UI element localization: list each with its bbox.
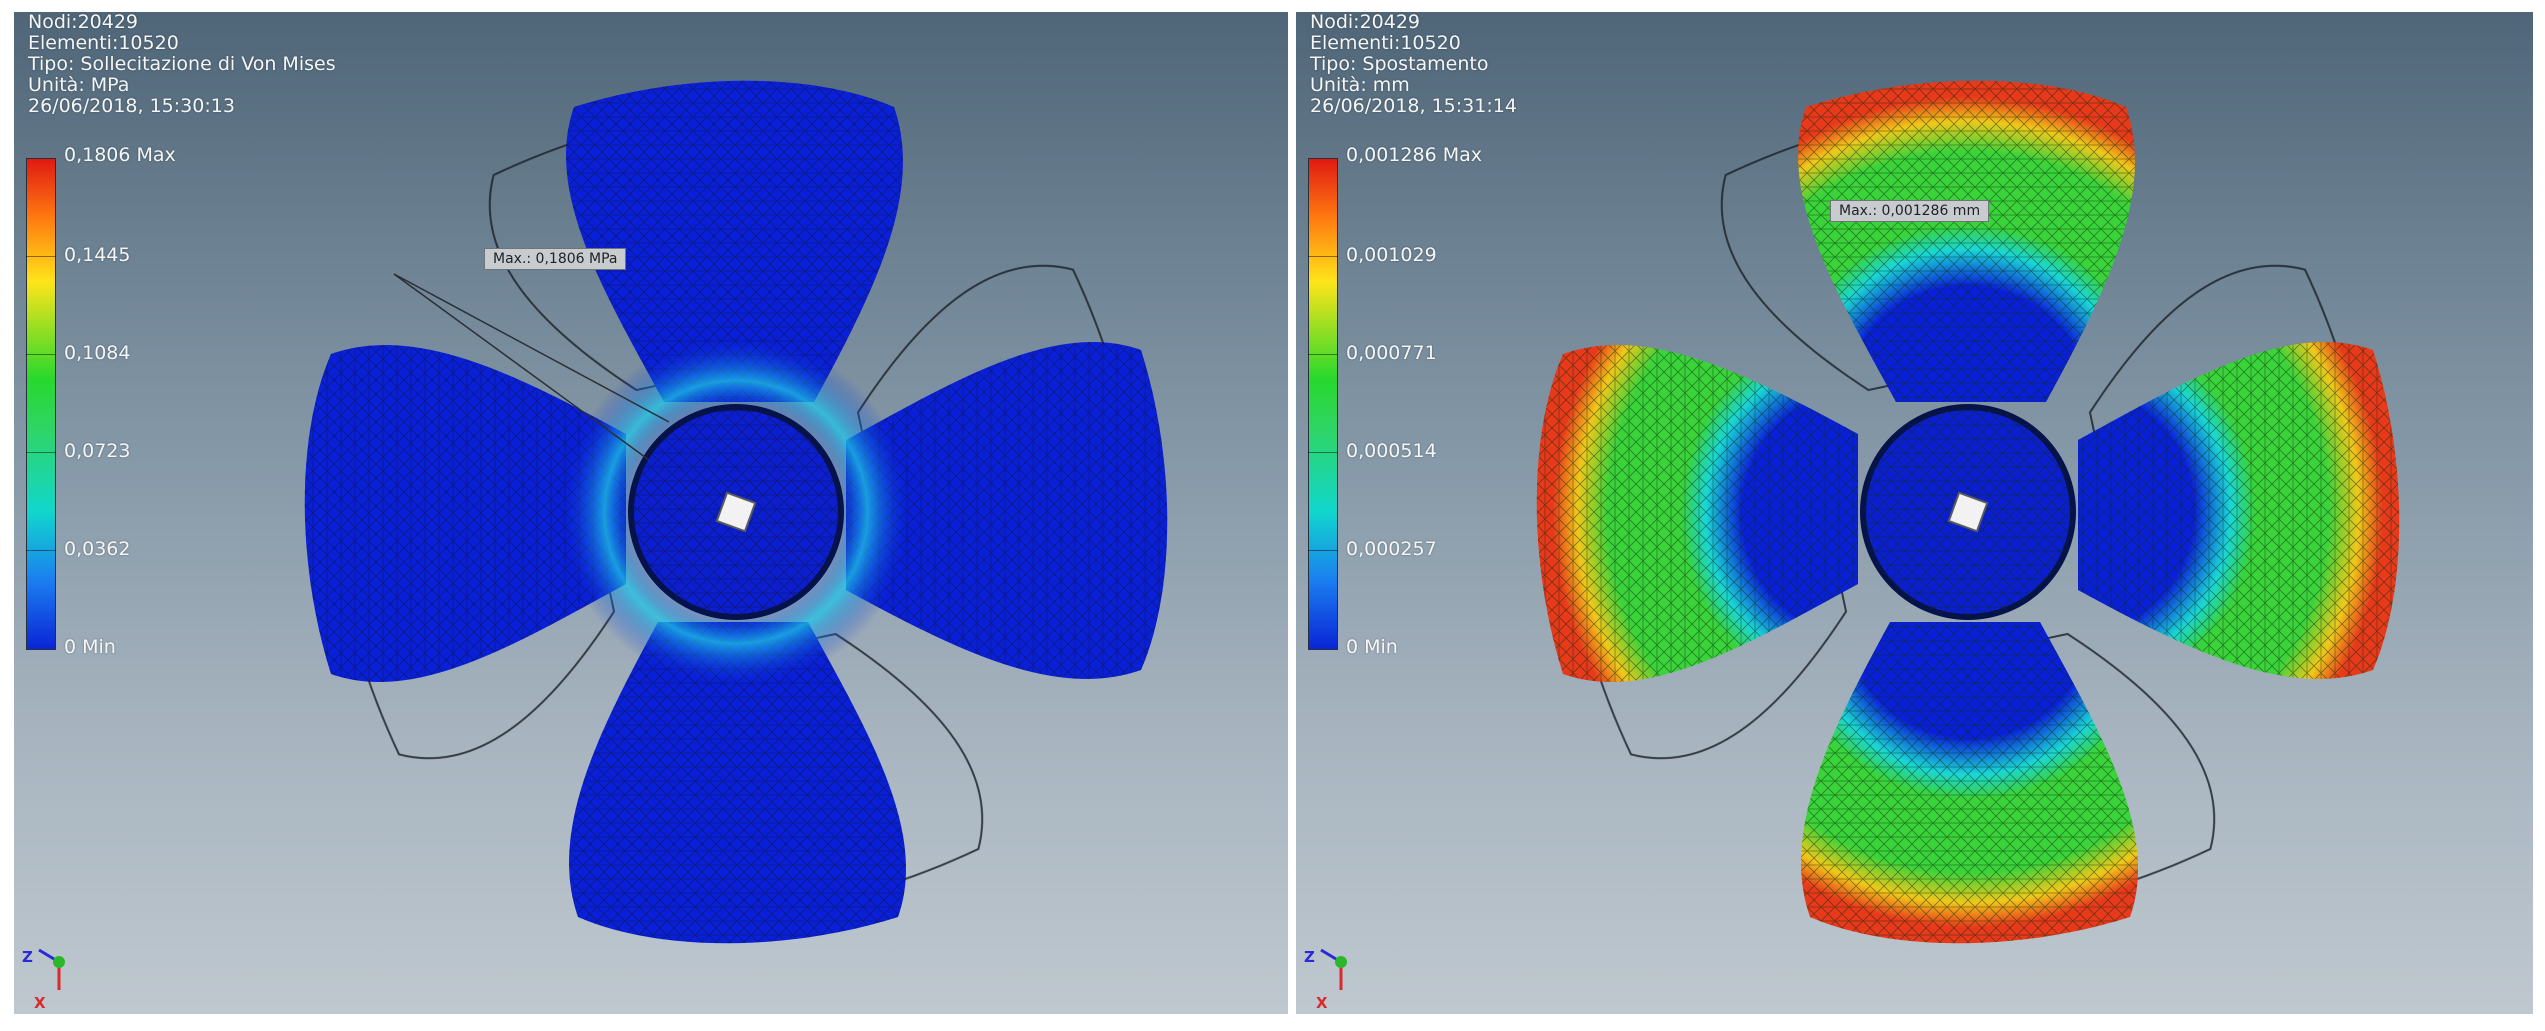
- legend-label: 0,1084: [64, 342, 131, 364]
- color-scale-bar: [1308, 158, 1338, 650]
- legend-label-max: 0,001286 Max: [1346, 144, 1482, 166]
- triad-x-label: X: [34, 994, 46, 1012]
- result-unit: Unità: MPa: [28, 74, 130, 96]
- legend-label: 0,001029: [1346, 244, 1437, 266]
- triad-z-label: Z: [1304, 948, 1315, 966]
- viewport-displacement[interactable]: Nodi:20429 Elementi:10520 Tipo: Spostame…: [1296, 12, 2533, 1014]
- color-legend: 0,1806 Max 0,1445 0,1084 0,0723 0,0362 0…: [26, 144, 286, 674]
- result-timestamp: 26/06/2018, 15:30:13: [28, 95, 235, 117]
- nodes-count: Nodi:20429: [1310, 12, 1421, 33]
- legend-label: 0,000257: [1346, 538, 1437, 560]
- legend-label-max: 0,1806 Max: [64, 144, 176, 166]
- legend-label: 0,0362: [64, 538, 131, 560]
- viewport-von-mises[interactable]: Nodi:20429 Elementi:10520 Tipo: Sollecit…: [14, 12, 1288, 1014]
- view-triad[interactable]: [38, 948, 65, 990]
- legend-label-min: 0 Min: [64, 636, 116, 658]
- max-value-callout[interactable]: Max.: 0,1806 MPa: [484, 248, 627, 270]
- legend-label: 0,000514: [1346, 440, 1437, 462]
- result-unit: Unità: mm: [1310, 74, 1410, 96]
- legend-label: 0,0723: [64, 440, 131, 462]
- result-timestamp: 26/06/2018, 15:31:14: [1310, 95, 1517, 117]
- legend-label: 0,000771: [1346, 342, 1437, 364]
- max-value-callout[interactable]: Max.: 0,001286 mm: [1830, 200, 1990, 222]
- elements-count: Elementi:10520: [1310, 32, 1461, 54]
- analysis-info: Nodi:20429 Elementi:10520 Tipo: Sollecit…: [28, 12, 336, 117]
- nodes-count: Nodi:20429: [28, 12, 139, 33]
- result-type: Tipo: Sollecitazione di Von Mises: [28, 53, 336, 75]
- color-scale-bar: [26, 158, 56, 650]
- analysis-info: Nodi:20429 Elementi:10520 Tipo: Spostame…: [1310, 12, 1517, 117]
- color-legend: 0,001286 Max 0,001029 0,000771 0,000514 …: [1308, 144, 1568, 674]
- legend-label: 0,1445: [64, 244, 131, 266]
- triad-x-label: X: [1316, 994, 1328, 1012]
- elements-count: Elementi:10520: [28, 32, 179, 54]
- view-triad[interactable]: [1320, 948, 1347, 990]
- triad-z-label: Z: [22, 948, 33, 966]
- legend-label-min: 0 Min: [1346, 636, 1398, 658]
- result-type: Tipo: Spostamento: [1310, 53, 1489, 75]
